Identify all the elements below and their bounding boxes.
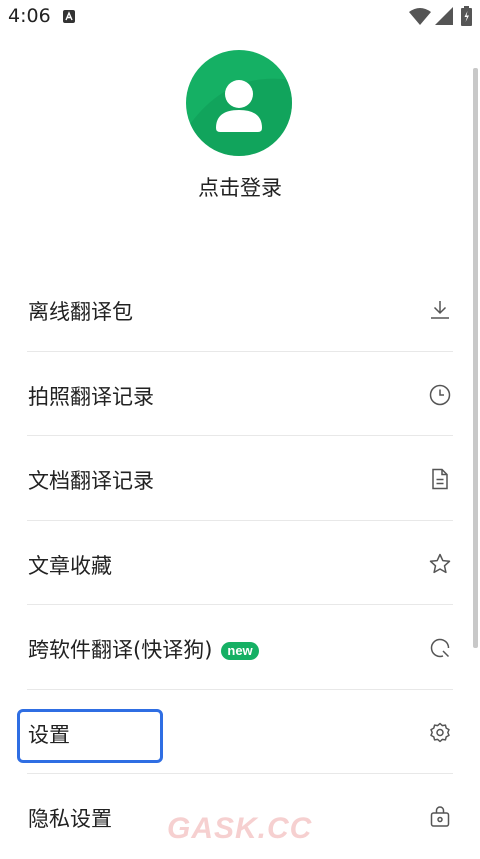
menu-item-label: 设置	[28, 722, 70, 747]
status-time: 4:06	[8, 5, 51, 27]
menu-item-label: 离线翻译包	[28, 300, 133, 324]
document-icon	[428, 467, 452, 491]
login-prompt[interactable]: 点击登录	[0, 172, 480, 202]
lock-bag-icon	[428, 805, 452, 829]
wifi-icon	[409, 7, 431, 29]
user-avatar-icon[interactable]	[186, 50, 292, 156]
search-circle-icon	[428, 636, 452, 660]
clock-icon	[428, 383, 452, 407]
menu-item-cross-app-translate[interactable]: 跨软件翻译(快译狗) new	[0, 605, 480, 690]
menu-item-label: 隐私设置	[28, 807, 112, 831]
menu-item-article-favorites[interactable]: 文章收藏	[0, 521, 480, 605]
menu-item-document-history[interactable]: 文档翻译记录	[0, 436, 480, 521]
battery-icon	[461, 6, 472, 30]
new-badge: new	[221, 642, 259, 660]
download-icon	[428, 298, 452, 322]
menu-item-photo-history[interactable]: 拍照翻译记录	[0, 352, 480, 436]
menu-item-offline-pack[interactable]: 离线翻译包	[0, 267, 480, 352]
menu-item-label: 文档翻译记录	[28, 469, 154, 493]
menu-list: 离线翻译包 拍照翻译记录 文档翻译记录 文章收藏 跨软件翻译(快译狗) new …	[0, 267, 480, 859]
menu-item-settings[interactable]: 设置	[0, 690, 480, 774]
status-bar: 4:06	[0, 0, 480, 34]
star-icon	[428, 552, 452, 576]
menu-item-label: 拍照翻译记录	[28, 384, 154, 409]
menu-item-label-text: 跨软件翻译(快译狗)	[28, 638, 213, 662]
signal-icon	[435, 7, 453, 29]
menu-item-label: 跨软件翻译(快译狗) new	[28, 634, 259, 664]
menu-item-label: 文章收藏	[28, 553, 112, 578]
settings-icon	[428, 721, 452, 745]
a-square-icon	[63, 10, 75, 23]
watermark: GASK.CC	[167, 812, 313, 845]
